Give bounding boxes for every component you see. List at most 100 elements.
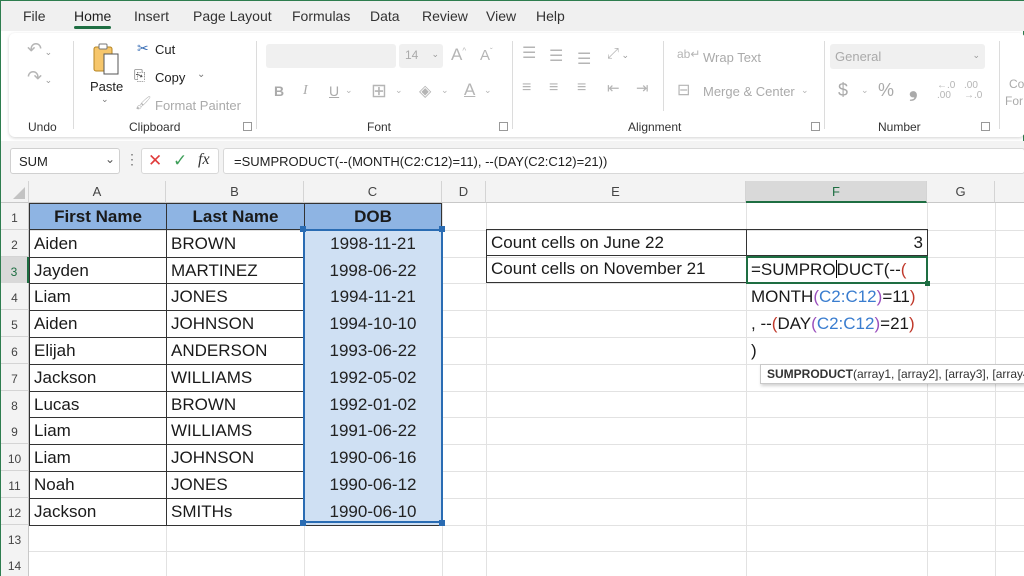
comma-button[interactable]: ❟	[909, 76, 918, 102]
menu-review[interactable]: Review	[422, 8, 468, 24]
column-header-b[interactable]: B	[166, 181, 304, 203]
italic-button[interactable]: I	[303, 83, 308, 99]
cell-last-name[interactable]: JOHNSON	[166, 310, 305, 338]
redo-icon[interactable]: ↷ ⌄	[27, 67, 52, 88]
row-header-1[interactable]: 1	[1, 203, 29, 230]
borders-icon[interactable]: ⊞	[371, 80, 387, 103]
copy-icon[interactable]: ⎘	[134, 67, 145, 84]
menu-home[interactable]: Home	[74, 8, 112, 29]
enter-icon[interactable]: ✓	[173, 151, 187, 171]
row-header-3[interactable]: 3	[1, 256, 29, 284]
tooltip-function-name[interactable]: SUMPRODUCT	[767, 367, 853, 381]
november-label-cell[interactable]: Count cells on November 21	[486, 255, 747, 283]
cut-button[interactable]: Cut	[155, 42, 175, 57]
cell-last-name[interactable]: BROWN	[166, 390, 305, 419]
increase-indent-icon[interactable]: ⇥	[636, 79, 649, 97]
conditional-formatting-label-2[interactable]: For	[1005, 94, 1023, 108]
column-header-f[interactable]: F	[746, 181, 927, 203]
june-label-cell[interactable]: Count cells on June 22	[486, 229, 747, 256]
underline-button[interactable]: U	[329, 83, 339, 99]
currency-dropdown-icon[interactable]: ⌄	[861, 85, 869, 96]
column-header-g[interactable]: G	[927, 181, 995, 203]
function-tooltip[interactable]: SUMPRODUCT(array1, [array2], [array3], […	[760, 364, 1024, 384]
row-header-2[interactable]: 2	[1, 229, 29, 257]
cell-last-name[interactable]: JOHNSON	[166, 444, 305, 472]
paste-icon[interactable]	[92, 42, 120, 76]
select-all-corner[interactable]	[1, 181, 29, 203]
row-header-4[interactable]: 4	[1, 283, 29, 311]
table-header-first-name[interactable]: First Name	[29, 203, 167, 230]
font-size-dropdown[interactable]: 14 ⌄	[399, 44, 443, 68]
cell-first-name[interactable]: Liam	[29, 283, 167, 312]
cell-last-name[interactable]: SMITHs	[166, 497, 305, 526]
bold-button[interactable]: B	[274, 83, 284, 99]
cell-first-name[interactable]: Jackson	[29, 363, 167, 392]
menu-data[interactable]: Data	[370, 8, 400, 24]
cell-first-name[interactable]: Jackson	[29, 497, 167, 526]
decrease-indent-icon[interactable]: ⇤	[607, 79, 620, 97]
decrease-decimal-icon[interactable]: .00 →.0	[964, 81, 982, 101]
cancel-icon[interactable]: ✕	[148, 151, 162, 171]
table-header-last-name[interactable]: Last Name	[166, 203, 305, 230]
row-header-13[interactable]: 13	[1, 524, 29, 552]
cell-first-name[interactable]: Elijah	[29, 337, 167, 365]
row-header-8[interactable]: 8	[1, 390, 29, 418]
undo-icon[interactable]: ↶ ⌄	[27, 39, 52, 60]
format-painter-icon[interactable]: 🖌	[135, 95, 152, 111]
wrap-text-button[interactable]: Wrap Text	[703, 50, 761, 65]
copy-dropdown-icon[interactable]: ⌄	[197, 69, 205, 80]
menu-help[interactable]: Help	[536, 8, 565, 24]
font-launcher-icon[interactable]	[499, 122, 508, 131]
menu-file[interactable]: File	[23, 8, 46, 24]
row-header-6[interactable]: 6	[1, 337, 29, 364]
increase-font-icon[interactable]: A^	[451, 45, 466, 65]
merge-center-icon[interactable]: ⊟	[677, 80, 690, 100]
row-header-14[interactable]: 14	[1, 551, 29, 576]
orientation-icon[interactable]: ⤢ ⌄	[607, 45, 629, 62]
cell-last-name[interactable]: JONES	[166, 283, 305, 312]
underline-dropdown-icon[interactable]: ⌄	[345, 85, 353, 96]
more-options-icon[interactable]: ⋮	[125, 151, 139, 168]
menu-insert[interactable]: Insert	[134, 8, 169, 24]
selection-handle[interactable]	[439, 520, 445, 526]
name-box[interactable]: SUM ⌄	[10, 148, 120, 174]
row-header-10[interactable]: 10	[1, 444, 29, 472]
column-header-e[interactable]: E	[486, 181, 746, 203]
row-header-12[interactable]: 12	[1, 497, 29, 525]
column-header-h[interactable]	[995, 181, 1024, 203]
bottom-align-icon[interactable]: ☰	[577, 49, 591, 69]
menu-formulas[interactable]: Formulas	[292, 8, 350, 24]
format-painter-button[interactable]: Format Painter	[155, 98, 241, 113]
number-format-dropdown[interactable]: General ⌄	[830, 44, 985, 69]
selection-range[interactable]	[303, 229, 443, 523]
fill-handle[interactable]	[925, 281, 930, 286]
wrap-text-icon[interactable]: ab↵	[677, 47, 700, 61]
cell-last-name[interactable]: JONES	[166, 471, 305, 499]
percent-button[interactable]: %	[878, 80, 894, 101]
decrease-font-icon[interactable]: Aˇ	[480, 47, 493, 64]
font-name-dropdown[interactable]	[266, 44, 396, 68]
top-align-icon[interactable]: ☰	[522, 43, 536, 63]
clipboard-launcher-icon[interactable]	[243, 122, 252, 131]
cell-first-name[interactable]: Aiden	[29, 310, 167, 338]
copy-button[interactable]: Copy	[155, 70, 185, 85]
june-value-cell[interactable]: 3	[746, 229, 928, 256]
column-header-c[interactable]: C	[304, 181, 442, 203]
name-box-dropdown-icon[interactable]: ⌄	[105, 152, 115, 166]
cell-last-name[interactable]: BROWN	[166, 229, 305, 258]
menu-page-layout[interactable]: Page Layout	[193, 8, 272, 24]
merge-dropdown-icon[interactable]: ⌄	[801, 85, 809, 96]
cell-first-name[interactable]: Noah	[29, 471, 167, 499]
merge-center-button[interactable]: Merge & Center	[703, 84, 795, 99]
conditional-formatting-label-1[interactable]: Co	[1009, 77, 1024, 91]
font-color-icon[interactable]: A	[464, 80, 475, 100]
currency-button[interactable]: $	[838, 80, 848, 101]
menu-view[interactable]: View	[486, 8, 516, 24]
formula-input[interactable]: =SUMPRODUCT(--(MONTH(C2:C12)=11), --(DAY…	[223, 148, 1024, 174]
cell-last-name[interactable]: ANDERSON	[166, 337, 305, 365]
alignment-launcher-icon[interactable]	[811, 122, 820, 131]
cell-first-name[interactable]: Liam	[29, 444, 167, 472]
insert-function-icon[interactable]: fx	[198, 151, 210, 169]
paste-button[interactable]: Paste	[90, 79, 123, 94]
table-header-dob[interactable]: DOB	[304, 203, 442, 230]
